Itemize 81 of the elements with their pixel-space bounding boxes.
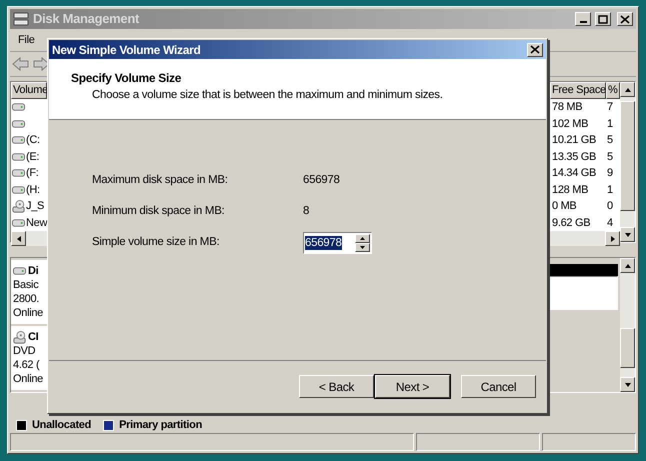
dialog-button[interactable]: Next > (375, 375, 450, 398)
legend-label: Primary partition (119, 418, 202, 433)
disk-name: Di (28, 264, 38, 278)
table-cell-text: 5 (606, 150, 614, 164)
volume-name: (C: (26, 133, 40, 148)
field-value: 8 (303, 204, 310, 219)
up-arrow-icon (360, 236, 365, 240)
disk-drive-icon (12, 169, 25, 178)
back-arrow-icon[interactable] (12, 56, 30, 72)
disk-info: Basic (13, 278, 40, 292)
table-cell-text: 78 MB (551, 100, 584, 115)
table-cell-text: 1 (606, 116, 614, 132)
dialog-button[interactable]: < Back (299, 375, 374, 398)
down-arrow-icon (360, 246, 365, 248)
spin-up-button[interactable] (355, 234, 370, 242)
close-icon (620, 14, 630, 24)
table-cell-text: 9.62 GB (551, 216, 592, 230)
minimize-button[interactable] (575, 12, 591, 26)
minimize-icon (580, 21, 586, 23)
field-value: 656978 (303, 172, 340, 188)
disk-info: Online (13, 372, 44, 386)
field-label: Simple volume size in MB: (92, 234, 220, 250)
scroll-right-button[interactable] (605, 231, 620, 246)
volume-name: J_S (26, 199, 44, 214)
table-cell-text: 4 (606, 216, 614, 230)
menu-item[interactable]: File (16, 32, 37, 49)
scroll-down-button[interactable] (620, 227, 635, 242)
table-cell-text: 0 (606, 199, 614, 214)
disk-management-icon (13, 12, 29, 26)
table-cell-text: 1 (606, 182, 614, 198)
table-cell-text: 10.21 GB (551, 133, 598, 148)
table-cell-text: 5 (606, 133, 614, 148)
volume-name: (E: (26, 150, 40, 164)
size-input[interactable]: 656978 (305, 236, 342, 250)
disk-info: 2800. (13, 292, 40, 306)
field-label: Minimum disk space in MB: (92, 204, 226, 219)
table-cell-text: 9 (606, 166, 614, 181)
scroll-down-button[interactable] (620, 377, 635, 392)
volume-name: (F: (26, 166, 39, 181)
volume-name: (H: (26, 182, 40, 198)
table-cell-text: 13.35 GB (551, 150, 598, 164)
table-cell-text: 102 MB (551, 116, 590, 132)
disk-name: CI (28, 330, 38, 344)
forward-arrow-icon[interactable] (32, 56, 50, 72)
table-cell-text: 128 MB (551, 182, 590, 198)
scroll-thumb[interactable] (620, 101, 635, 211)
vertical-scrollbar[interactable] (620, 258, 635, 392)
close-button[interactable] (527, 42, 543, 56)
scroll-up-button[interactable] (620, 258, 635, 273)
cd-drive-icon (13, 330, 26, 344)
maximize-icon (598, 14, 608, 24)
legend-label: Unallocated (32, 418, 92, 433)
maximize-button[interactable] (595, 12, 611, 26)
window-title: Disk Management (33, 10, 140, 28)
scroll-left-button[interactable] (11, 231, 26, 246)
disk-info: DVD (13, 344, 36, 358)
field-label: Maximum disk space in MB: (92, 172, 229, 188)
disk-drive-icon (12, 186, 25, 194)
volume-size-spinner[interactable]: 656978 (303, 232, 372, 254)
dialog-title: New Simple Volume Wizard (52, 42, 202, 58)
vertical-scrollbar[interactable] (620, 82, 635, 242)
scroll-thumb[interactable] (620, 328, 635, 368)
disk-info: 4.62 ( (13, 358, 40, 372)
disk-info: Online (13, 306, 44, 320)
disk-drive-icon (13, 267, 26, 275)
disk-drive-icon (12, 136, 25, 144)
table-cell-text: 7 (606, 100, 614, 115)
dialog-button[interactable]: Cancel (461, 375, 536, 398)
table-cell-text: 14.34 GB (551, 166, 598, 181)
wizard-subtitle: Choose a volume size that is between the maximum and minimum sizes. (91, 88, 444, 103)
wizard-heading: Specify Volume Size (71, 70, 182, 87)
close-button[interactable] (617, 12, 633, 26)
column-header[interactable]: % (606, 82, 620, 99)
volume-name: New (26, 216, 48, 230)
scroll-up-button[interactable] (620, 82, 635, 97)
close-icon (530, 45, 540, 54)
table-cell-text: 0 MB (551, 199, 578, 214)
disk-drive-icon (12, 218, 25, 227)
disk-drive-icon (12, 120, 25, 128)
disk-drive-icon (12, 103, 25, 112)
disk-drive-icon (12, 152, 25, 161)
